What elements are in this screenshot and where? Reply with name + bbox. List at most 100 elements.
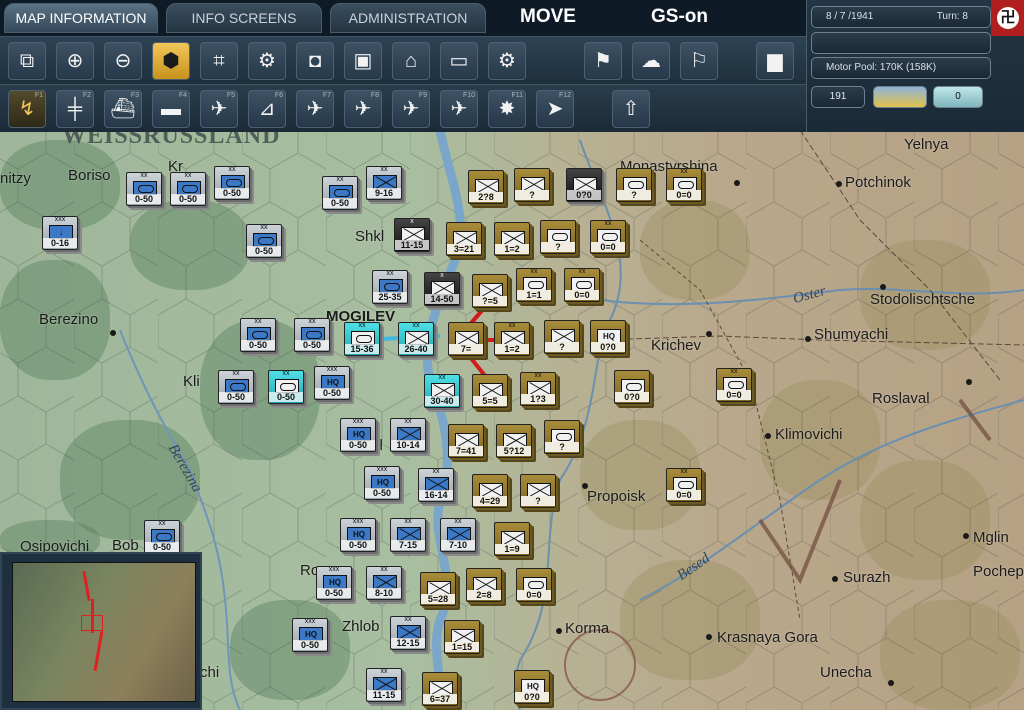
german-unit-counter[interactable]: xx 7-10 (440, 518, 476, 552)
hex-grid-icon[interactable]: ⬢ (152, 42, 190, 80)
nation-flag[interactable]: 卍 (991, 0, 1024, 36)
city-label[interactable]: Stodolischtsche (870, 291, 975, 308)
minimap[interactable] (0, 552, 202, 710)
soviet-unit-counter[interactable]: 5=28 (420, 572, 456, 606)
german-unit-counter[interactable]: xx 0-50 (144, 520, 180, 554)
blank-map-icon[interactable]: ▭ (440, 42, 478, 80)
soviet-unit-counter[interactable]: ?=5 (472, 274, 508, 308)
soviet-unit-counter[interactable]: ? (544, 320, 580, 354)
air-strike-icon[interactable]: F5 ✈ (200, 90, 238, 128)
soviet-unit-counter[interactable]: ? (520, 474, 556, 508)
factory-icon[interactable]: ⌂ (392, 42, 430, 80)
tab-info-screens[interactable]: INFO SCREENS (166, 3, 322, 33)
german-unit-counter[interactable]: xx 0-50 (240, 318, 276, 352)
gear-icon[interactable]: ⚙ (248, 42, 286, 80)
city-label[interactable]: Yelnya (904, 136, 949, 153)
german-unit-counter[interactable]: xx 12-15 (390, 616, 426, 650)
german-unit-counter[interactable]: xx 0-50 (246, 224, 282, 258)
german-unit-counter[interactable]: x 14-50 (424, 272, 460, 306)
german-unit-counter[interactable]: xx 0-50 (322, 176, 358, 210)
viewport-box[interactable] (81, 615, 103, 631)
german-unit-counter[interactable]: xx 0-50 (214, 166, 250, 200)
german-unit-counter[interactable]: xx 9-16 (366, 166, 402, 200)
soviet-unit-counter[interactable]: 1=9 (494, 522, 530, 556)
soviet-unit-counter[interactable]: 0=0 (516, 568, 552, 602)
city-label[interactable]: Surazh (843, 569, 891, 586)
soviet-unit-counter[interactable]: xx 1=1 (516, 268, 552, 302)
city-label[interactable]: Shkl (355, 228, 384, 245)
german-unit-counter[interactable]: xxx HQ 0-50 (364, 466, 400, 500)
tab-map-information[interactable]: MAP INFORMATION (4, 3, 158, 33)
tab-administration[interactable]: ADMINISTRATION (330, 3, 486, 33)
soviet-unit-counter[interactable]: 4=29 (472, 474, 508, 508)
soviet-unit-counter[interactable]: xx 1=2 (494, 322, 530, 356)
city-label[interactable]: Korma (565, 620, 609, 637)
soviet-unit-counter[interactable]: 0?0 (614, 370, 650, 404)
city-label[interactable]: Klimovichi (775, 426, 843, 443)
soviet-unit-counter[interactable]: xx 0=0 (716, 368, 752, 402)
german-unit-counter[interactable]: xxx ↓ 0-16 (42, 216, 78, 250)
german-unit-counter[interactable]: xx 0-50 (294, 318, 330, 352)
city-label[interactable]: Krichev (651, 337, 701, 354)
soviet-unit-counter[interactable]: xx 0=0 (666, 168, 702, 202)
toggle-button[interactable]: 0 (933, 86, 983, 108)
weather-indicator[interactable] (873, 86, 927, 108)
next-unit-icon[interactable]: F12 ➤ (536, 90, 574, 128)
bar-chart-icon[interactable]: ▆ (756, 42, 794, 80)
overlay-windows-icon[interactable]: ⧉ (8, 42, 46, 80)
artillery-icon[interactable]: F6 ⊿ (248, 90, 286, 128)
german-unit-counter[interactable]: x 11-15 (394, 218, 430, 252)
city-label[interactable]: nitzy (0, 170, 31, 187)
german-unit-counter[interactable]: xx 15-36 (344, 322, 380, 356)
soviet-unit-counter[interactable]: 7= (448, 322, 484, 356)
city-label[interactable]: Propoisk (587, 488, 645, 505)
city-label[interactable]: Kli (183, 373, 200, 390)
unit-count-icon[interactable]: ◘ (296, 42, 334, 80)
german-unit-counter[interactable]: xxx HQ 0-50 (292, 618, 328, 652)
german-unit-counter[interactable]: xxx HQ 0-50 (340, 418, 376, 452)
soviet-unit-counter[interactable]: xx 0=0 (590, 220, 626, 254)
air-transfer-icon[interactable]: F10 ✈ (440, 90, 478, 128)
weather-icon[interactable]: ☁ (632, 42, 670, 80)
explosion-icon[interactable]: F11 ✸ (488, 90, 526, 128)
soviet-unit-counter[interactable]: ? (544, 420, 580, 454)
soviet-unit-counter[interactable]: 1=2 (494, 222, 530, 256)
city-label[interactable]: Pochep (973, 563, 1024, 580)
german-unit-counter[interactable]: xx 26-40 (398, 322, 434, 356)
zoom-in-icon[interactable]: ⊕ (56, 42, 94, 80)
move-arrow-icon[interactable]: F1 ↯ (8, 90, 46, 128)
soviet-unit-counter[interactable]: xx 0=0 (666, 468, 702, 502)
naval-icon[interactable]: F3 ⛴ (104, 90, 142, 128)
soviet-unit-counter[interactable]: xx 1?3 (520, 372, 556, 406)
soviet-unit-counter[interactable]: 2?8 (468, 170, 504, 204)
rail-icon[interactable]: F2 ╪ (56, 90, 94, 128)
german-unit-counter[interactable]: xx 25-35 (372, 270, 408, 304)
german-unit-counter[interactable]: xx 30-40 (424, 374, 460, 408)
settings-box-icon[interactable]: ⚙ (488, 42, 526, 80)
sea-transport-icon[interactable]: F4 ▬ (152, 90, 190, 128)
frame-icon[interactable]: ⌗ (200, 42, 238, 80)
upload-icon[interactable]: ⇧ (612, 90, 650, 128)
soviet-unit-counter[interactable]: ? (514, 168, 550, 202)
soviet-unit-counter[interactable]: ? (540, 220, 576, 254)
soviet-unit-counter[interactable]: xx 0=0 (564, 268, 600, 302)
german-unit-counter[interactable]: xx 0-50 (170, 172, 206, 206)
supply-icon[interactable]: ▣ (344, 42, 382, 80)
city-label[interactable]: chi (200, 664, 219, 681)
air-mission-icon[interactable]: F7 ✈ (296, 90, 334, 128)
german-unit-counter[interactable]: xx 0-50 (218, 370, 254, 404)
german-unit-counter[interactable]: xx 8-10 (366, 566, 402, 600)
soviet-unit-counter[interactable]: 3=21 (446, 222, 482, 256)
soviet-unit-counter[interactable]: 0?0 (566, 168, 602, 202)
soviet-unit-counter[interactable]: 7=41 (448, 424, 484, 458)
soviet-unit-counter[interactable]: ? (616, 168, 652, 202)
city-label[interactable]: Zhlob (342, 618, 380, 635)
city-label[interactable]: Boriso (68, 167, 111, 184)
airdrop-icon[interactable]: F9 ✈ (392, 90, 430, 128)
german-unit-counter[interactable]: xxx HQ 0-50 (316, 566, 352, 600)
german-unit-counter[interactable]: xx 11-15 (366, 668, 402, 702)
bomber-icon[interactable]: F8 ✈ (344, 90, 382, 128)
city-label[interactable]: Potchinok (845, 174, 911, 191)
german-unit-counter[interactable]: xxx HQ 0-50 (340, 518, 376, 552)
move-flag-icon[interactable]: ⚑ (584, 42, 622, 80)
